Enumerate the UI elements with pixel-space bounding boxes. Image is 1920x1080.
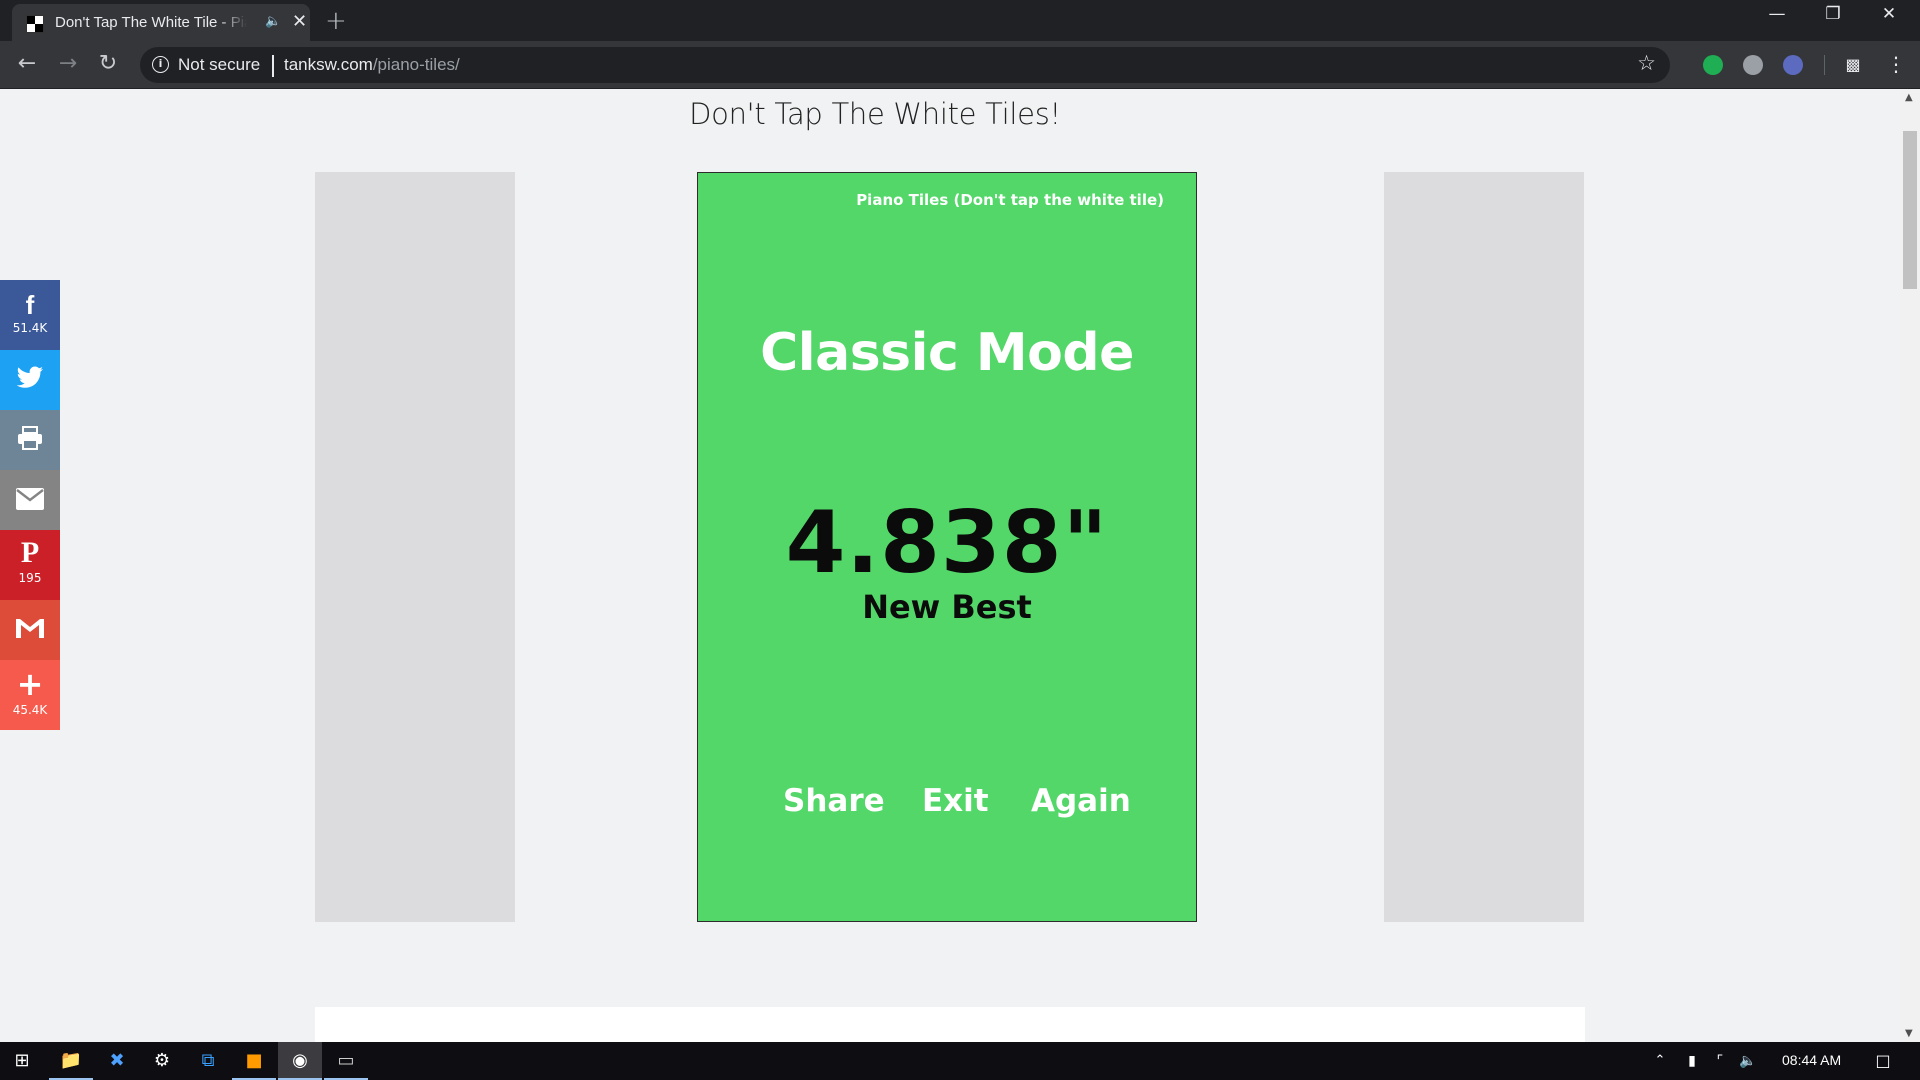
site-info-icon[interactable]: i [152, 56, 169, 73]
new-tab-button[interactable]: + [325, 6, 347, 36]
address-bar[interactable]: i Not secure tanksw.com/piano-tiles/ ☆ [140, 47, 1670, 83]
speaker-icon[interactable]: 🔈 [265, 14, 281, 29]
volume-icon[interactable]: 🔈 [1736, 1042, 1760, 1080]
terminal-icon[interactable]: ▭ [324, 1042, 368, 1080]
pinterest-icon: P [20, 536, 40, 569]
score-display: 4.838" [785, 493, 1109, 593]
reload-button[interactable]: ↻ [93, 51, 123, 76]
security-label: Not secure [178, 55, 261, 74]
game-mode-title: Classic Mode [760, 323, 1134, 383]
facebook-share-button[interactable]: f 51.4K [0, 280, 60, 350]
right-ad-panel [1384, 172, 1584, 922]
content-panel [315, 1007, 1585, 1042]
vscode-icon[interactable]: ⧉ [186, 1042, 230, 1080]
extension-green-icon[interactable] [1703, 55, 1723, 75]
address-separator [272, 55, 274, 77]
print-button[interactable] [0, 410, 60, 470]
social-share-bar: f 51.4K P 195 + 45.4K [0, 280, 60, 730]
pinterest-share-button[interactable]: P 195 [0, 530, 60, 600]
window-close-button[interactable]: ✕ [1869, 4, 1909, 24]
twitter-icon [0, 350, 60, 395]
page-title: Don't Tap The White Tiles! [689, 97, 1061, 131]
extension-face-icon[interactable] [1783, 55, 1803, 75]
chrome-taskbar-icon[interactable]: ◉ [278, 1042, 322, 1080]
restore-button[interactable]: ❐ [1813, 4, 1853, 24]
game-header: Piano Tiles (Don't tap the white tile) [856, 191, 1164, 209]
email-share-button[interactable] [0, 470, 60, 530]
tab-close-icon[interactable]: ✕ [292, 11, 307, 32]
left-ad-panel [315, 172, 515, 922]
toolbar-divider [1824, 55, 1825, 75]
notifications-icon[interactable]: □ [1868, 1042, 1898, 1080]
tab-title: Don't Tap The White Tile - Piano Tiles [55, 14, 247, 31]
back-button[interactable]: ← [12, 51, 42, 76]
forward-button[interactable]: → [53, 51, 83, 76]
page-scrollbar[interactable]: ▲ ▼ [1900, 89, 1920, 1042]
pinterest-share-count: 195 [18, 571, 42, 585]
incognito-profile-icon[interactable]: ▩ [1843, 55, 1863, 75]
share-button[interactable]: Share [783, 783, 885, 819]
minimize-button[interactable]: — [1757, 4, 1797, 24]
gmail-icon [0, 600, 60, 644]
again-button[interactable]: Again [1031, 783, 1131, 819]
page-content: Don't Tap The White Tiles! Piano Tiles (… [0, 89, 1900, 1042]
game-canvas[interactable]: Piano Tiles (Don't tap the white tile) C… [697, 172, 1197, 922]
scroll-down-arrow-icon[interactable]: ▼ [1905, 1028, 1913, 1039]
facebook-share-count: 51.4K [12, 321, 48, 335]
plus-icon: + [16, 665, 44, 703]
facebook-icon: f [25, 290, 35, 320]
chrome-menu-icon[interactable]: ⋮ [1886, 52, 1906, 76]
print-icon [0, 410, 60, 455]
browser-toolbar: ← → ↻ i Not secure tanksw.com/piano-tile… [0, 41, 1920, 89]
bookmark-star-icon[interactable]: ☆ [1637, 51, 1656, 75]
tab-strip: Don't Tap The White Tile - Piano Tiles 🔈… [0, 0, 1920, 41]
wifi-icon[interactable]: ⌜ [1708, 1042, 1732, 1080]
sublime-text-icon[interactable]: ■ [232, 1042, 276, 1080]
score-label: New Best [862, 588, 1032, 626]
windows-start-icon[interactable]: ⊞ [0, 1042, 44, 1080]
windows-taskbar: ⊞ 📁 ✖ ⚙ ⧉ ■ ◉ ▭ ⌃ ▮ ⌜ 🔈 08:44 AM □ [0, 1042, 1920, 1080]
twitter-share-button[interactable] [0, 350, 60, 410]
file-explorer-icon[interactable]: 📁 [49, 1042, 93, 1080]
url-host: tanksw.com [284, 55, 373, 74]
scroll-thumb[interactable] [1903, 131, 1917, 289]
url-text[interactable]: tanksw.com/piano-tiles/ [284, 55, 460, 75]
browser-tab[interactable]: Don't Tap The White Tile - Piano Tiles 🔈… [12, 4, 310, 41]
piano-tiles-favicon-icon [26, 15, 44, 33]
globe-extension-icon[interactable] [1743, 55, 1763, 75]
more-share-count: 45.4K [12, 703, 48, 717]
taskbar-clock[interactable]: 08:44 AM [1782, 1052, 1841, 1068]
gmail-share-button[interactable] [0, 600, 60, 660]
scroll-up-arrow-icon[interactable]: ▲ [1905, 92, 1913, 103]
xampp-icon[interactable]: ✖ [95, 1042, 139, 1080]
app-icon[interactable]: ⚙ [140, 1042, 184, 1080]
url-path: /piano-tiles/ [372, 55, 460, 74]
exit-button[interactable]: Exit [922, 783, 989, 819]
email-icon [0, 470, 60, 515]
more-share-button[interactable]: + 45.4K [0, 660, 60, 730]
battery-icon[interactable]: ▮ [1680, 1042, 1704, 1080]
show-hidden-icons-icon[interactable]: ⌃ [1648, 1042, 1672, 1080]
